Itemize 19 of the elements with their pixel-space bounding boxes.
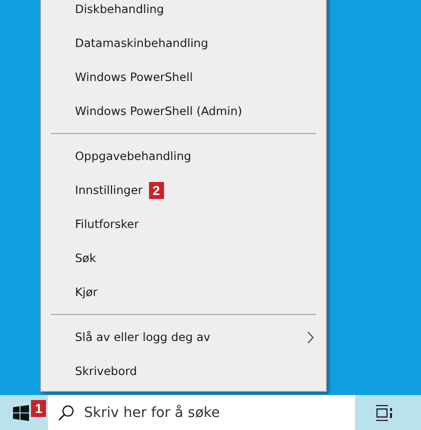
search-field[interactable]: Skriv her for å søke xyxy=(48,395,355,430)
menu-item[interactable]: Datamaskinbehandling xyxy=(75,36,208,50)
menu-item[interactable]: Slå av eller logg deg av xyxy=(75,330,210,344)
step-badge: 1 xyxy=(31,400,46,417)
search-input[interactable]: Skriv her for å søke xyxy=(84,404,334,420)
task-view-icon[interactable] xyxy=(375,404,393,420)
step-badge: 2 xyxy=(148,182,164,198)
menu-item[interactable]: Oppgavebehandling xyxy=(75,149,192,163)
menu-item[interactable]: Windows PowerShell xyxy=(75,70,193,84)
search-icon xyxy=(58,404,74,420)
menu-item[interactable]: Skrivebord xyxy=(75,364,137,378)
menu-item[interactable]: Søk xyxy=(75,251,96,265)
menu-item[interactable]: Innstillinger xyxy=(75,183,143,197)
menu-item[interactable]: Kjør xyxy=(75,285,98,299)
chevron-right-icon xyxy=(307,330,314,344)
menu-item[interactable]: Filutforsker xyxy=(75,217,139,231)
windows-start-icon[interactable] xyxy=(13,404,29,420)
menu-item[interactable]: Windows PowerShell (Admin) xyxy=(75,104,242,118)
menu-item[interactable]: Diskbehandling xyxy=(75,2,164,16)
